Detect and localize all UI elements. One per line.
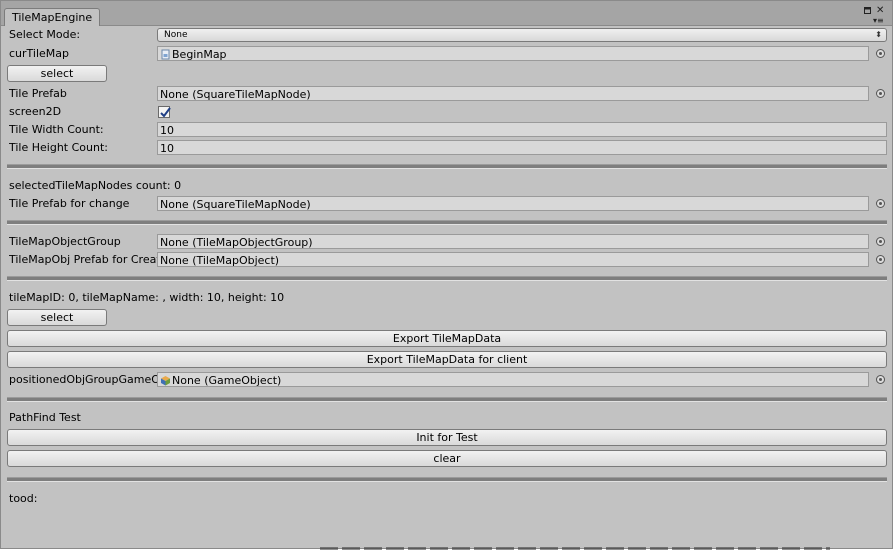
tile-height-count-label: Tile Height Count: <box>9 141 108 154</box>
cur-tilemap-field[interactable]: BeginMap <box>157 46 869 61</box>
asset-file-icon <box>161 49 170 60</box>
tile-prefab-for-change-field[interactable]: None (SquareTileMapNode) <box>157 196 869 211</box>
init-for-test-button[interactable]: Init for Test <box>7 429 887 446</box>
tile-prefab-field[interactable]: None (SquareTileMapNode) <box>157 86 869 101</box>
tilemap-obj-prefab-picker-icon[interactable] <box>876 255 885 264</box>
title-bar: TileMapEngine ✕ ▾≡ <box>1 1 892 26</box>
positioned-obj-group-picker-icon[interactable] <box>876 375 885 384</box>
dropdown-arrows-icon: ⬍ <box>875 30 882 39</box>
checkmark-icon <box>160 107 171 118</box>
close-icon[interactable]: ✕ <box>876 6 884 16</box>
tile-prefab-for-change-label: Tile Prefab for change <box>9 197 130 210</box>
tile-height-count-input[interactable]: 10 <box>157 140 887 155</box>
select-mode-dropdown[interactable]: None ⬍ <box>157 28 887 42</box>
tab-tilemap-engine[interactable]: TileMapEngine <box>4 8 101 26</box>
section-divider <box>7 164 887 169</box>
tilemap-info-text: tileMapID: 0, tileMapName: , width: 10, … <box>9 291 285 304</box>
tile-prefab-label: Tile Prefab <box>9 87 67 100</box>
tile-prefab-for-change-picker-icon[interactable] <box>876 199 885 208</box>
select-mode-value: None <box>164 30 188 40</box>
select-mode-label: Select Mode: <box>9 28 81 41</box>
tab-menu-icon[interactable]: ▾≡ <box>873 16 884 26</box>
tilemap-engine-window: TileMapEngine ✕ ▾≡ Select Mode: None ⬍ c… <box>0 0 893 549</box>
pathfind-test-title: PathFind Test <box>9 411 81 424</box>
export-tilemap-data-client-button[interactable]: Export TileMapData for client <box>7 351 887 368</box>
cur-tilemap-value: BeginMap <box>172 48 227 61</box>
maximize-icon[interactable] <box>864 7 871 17</box>
tilemap-object-group-label: TileMapObjectGroup <box>9 235 121 248</box>
tilemap-obj-prefab-field[interactable]: None (TileMapObject) <box>157 252 869 267</box>
tile-width-count-input[interactable]: 10 <box>157 122 887 137</box>
cur-tilemap-picker-icon[interactable] <box>876 49 885 58</box>
section-divider <box>7 220 887 225</box>
selected-nodes-count-text: selectedTileMapNodes count: 0 <box>9 179 182 192</box>
select-button[interactable]: select <box>7 309 107 326</box>
screen2d-label: screen2D <box>9 105 62 118</box>
export-tilemap-data-button[interactable]: Export TileMapData <box>7 330 887 347</box>
positioned-obj-group-label: positionedObjGroupGameObject <box>9 373 157 386</box>
section-divider <box>7 276 887 281</box>
positioned-obj-group-value: None (GameObject) <box>172 374 282 387</box>
section-divider <box>7 477 887 482</box>
tilemap-obj-prefab-label: TileMapObj Prefab for Create <box>9 253 157 266</box>
positioned-obj-group-field[interactable]: None (GameObject) <box>157 372 869 387</box>
tile-prefab-picker-icon[interactable] <box>876 89 885 98</box>
screen2d-checkbox[interactable] <box>158 106 171 118</box>
select-button[interactable]: select <box>7 65 107 82</box>
section-divider <box>7 397 887 402</box>
gameobject-icon <box>161 376 170 386</box>
tood-text: tood: <box>9 492 38 505</box>
clear-button[interactable]: clear <box>7 450 887 467</box>
tilemap-object-group-picker-icon[interactable] <box>876 237 885 246</box>
tile-width-count-label: Tile Width Count: <box>9 123 104 136</box>
tilemap-object-group-field[interactable]: None (TileMapObjectGroup) <box>157 234 869 249</box>
cur-tilemap-label: curTileMap <box>9 47 70 60</box>
